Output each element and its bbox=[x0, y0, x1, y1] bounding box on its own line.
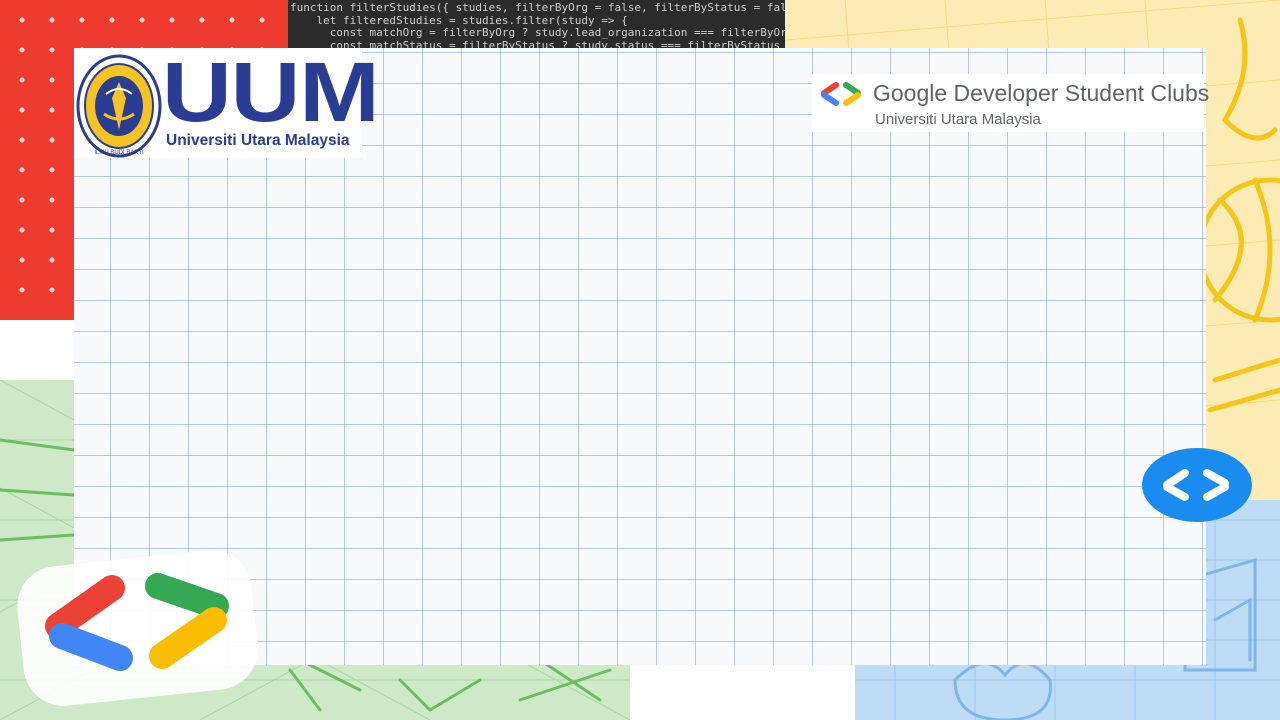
gdsc-logo: Google Developer Student Clubs Universit… bbox=[812, 74, 1209, 132]
decor-dot bbox=[49, 77, 55, 83]
code-brackets-icon bbox=[1142, 448, 1252, 522]
decor-dot bbox=[199, 17, 205, 23]
decor-dot bbox=[19, 197, 25, 203]
decor-dot bbox=[19, 107, 25, 113]
decor-dot bbox=[19, 257, 25, 263]
code-line: let filteredStudies = studies.filter(stu… bbox=[290, 13, 628, 27]
decor-dot bbox=[229, 17, 235, 23]
seal-icon: ILMU BUDI BAKTI bbox=[76, 54, 162, 158]
decor-dot bbox=[259, 17, 265, 23]
decor-dot bbox=[49, 287, 55, 293]
decor-dot bbox=[79, 17, 85, 23]
uum-full-name: Universiti Utara Malaysia bbox=[166, 132, 350, 149]
gdsc-title: Google Developer Student Clubs bbox=[873, 80, 1210, 106]
decor-dot bbox=[19, 47, 25, 53]
decor-dot bbox=[49, 137, 55, 143]
decor-dot bbox=[49, 257, 55, 263]
decor-dot bbox=[49, 167, 55, 173]
decor-dot bbox=[139, 17, 145, 23]
decor-dot bbox=[49, 47, 55, 53]
decor-dot bbox=[49, 107, 55, 113]
decor-dot bbox=[109, 17, 115, 23]
decor-dot bbox=[19, 287, 25, 293]
code-line: function filterStudies({ studies, filter… bbox=[290, 1, 790, 14]
decor-dot bbox=[169, 17, 175, 23]
decor-dot bbox=[19, 167, 25, 173]
decor-dot bbox=[49, 227, 55, 233]
decor-dot bbox=[49, 17, 55, 23]
seal-motto: ILMU BUDI BAKTI bbox=[94, 150, 144, 156]
gdsc-chevrons-icon bbox=[821, 82, 861, 106]
uum-logo: ILMU BUDI BAKTI UUM Universiti Utara Mal… bbox=[74, 48, 380, 158]
decor-dot bbox=[19, 77, 25, 83]
decor-dot bbox=[19, 17, 25, 23]
decor-dot bbox=[19, 227, 25, 233]
code-line: const matchOrg = filterByOrg ? study.lea… bbox=[290, 26, 790, 39]
gdsc-large-icon bbox=[17, 550, 258, 706]
uum-abbreviation: UUM bbox=[162, 45, 380, 139]
decor-dot bbox=[49, 197, 55, 203]
decor-dot bbox=[19, 137, 25, 143]
gdsc-subtitle: Universiti Utara Malaysia bbox=[875, 111, 1041, 128]
